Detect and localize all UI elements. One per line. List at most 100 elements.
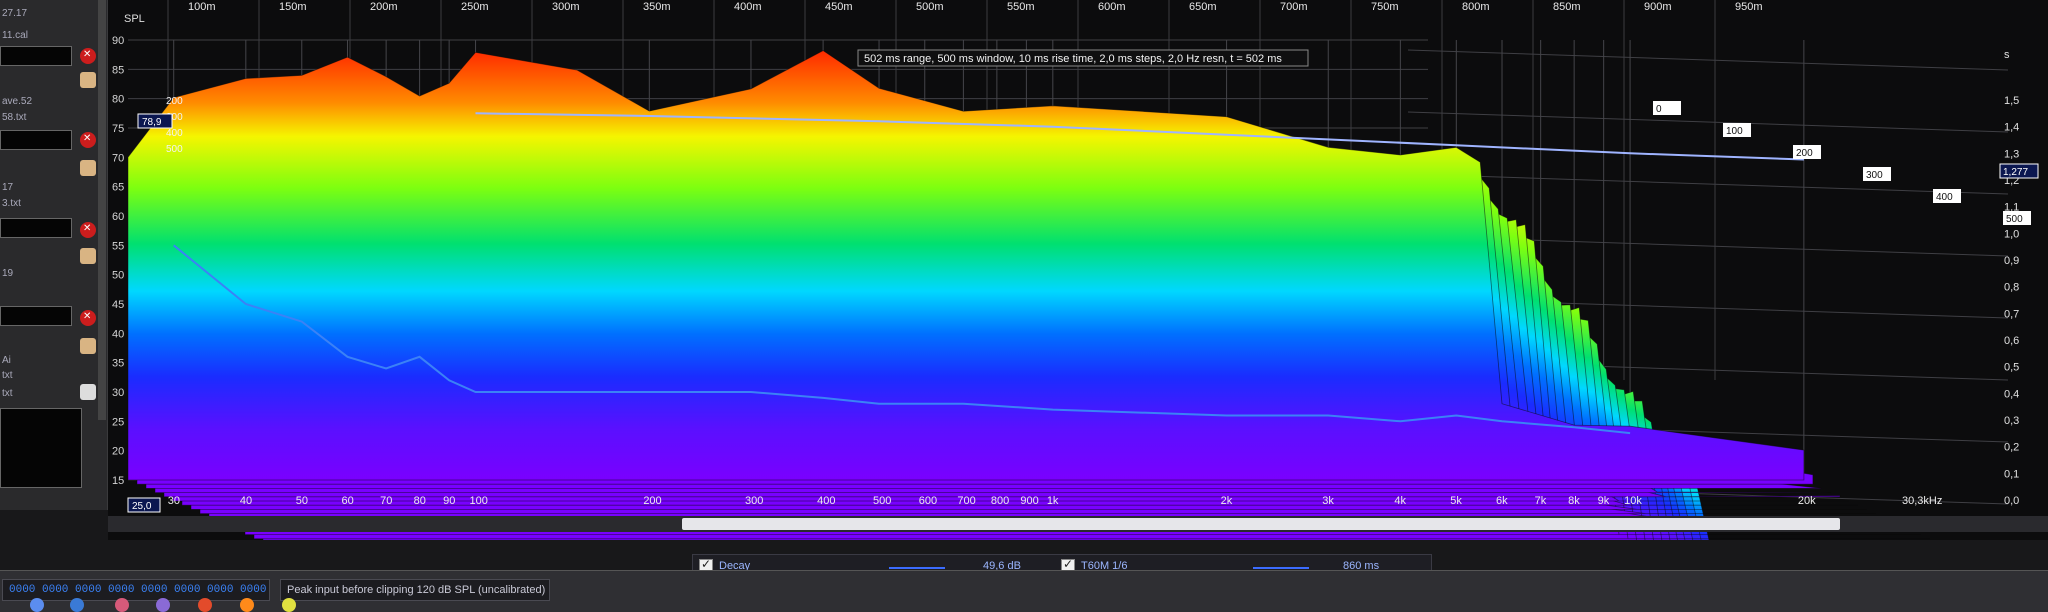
frequency-tick-label: 600: [919, 495, 937, 507]
time-tick-label: 650m: [1189, 1, 1217, 13]
time-tick-label: 900m: [1644, 1, 1672, 13]
frequency-tick-label: 700: [957, 495, 975, 507]
tools-icon[interactable]: [80, 248, 96, 264]
left-time-label: 500: [166, 144, 183, 155]
perspective-gridline: [1407, 173, 2009, 195]
left-time-label: 400: [166, 128, 183, 139]
frequency-tick-label: 800: [991, 495, 1009, 507]
frequency-tick-label: 8k: [1568, 495, 1580, 507]
spl-tick-label: 60: [112, 211, 124, 223]
right-axis-tick-label: 0,1: [2004, 468, 2019, 480]
frequency-tick-label: 60: [341, 495, 353, 507]
spl-tick-label: 20: [112, 446, 124, 458]
taskbar: [0, 596, 420, 612]
frequency-tick-label: 900: [1020, 495, 1038, 507]
tools-icon[interactable]: [80, 160, 96, 176]
right-axis-tick-label: 0,9: [2004, 255, 2019, 267]
measurement-name-field[interactable]: [0, 46, 72, 66]
spl-tick-label: 25: [112, 416, 124, 428]
frequency-tick-label: 50: [296, 495, 308, 507]
frequency-tick-label: 100: [470, 495, 488, 507]
left-time-label: 200: [166, 96, 183, 107]
time-tick-label: 800m: [1462, 1, 1490, 13]
sidebar-label: 11.cal: [2, 30, 28, 41]
time-tick-label: 450m: [825, 1, 853, 13]
right-axis-tick-label: 1,5: [2004, 95, 2019, 107]
measurement-name-field[interactable]: [0, 306, 72, 326]
waterfall-chart-svg: 100m 150m 200m 250m 300m 350m 400m 450m 500m 550m…: [112, 0, 2039, 582]
sidebar-label: 3.txt: [2, 198, 21, 209]
right-axis-tick-label: 0,7: [2004, 308, 2019, 320]
time-tick-label: 950m: [1735, 1, 1763, 13]
taskbar-app-icon[interactable]: [70, 598, 84, 612]
frequency-tick-label: 1k: [1047, 495, 1059, 507]
sidebar-label: 58.txt: [2, 112, 27, 123]
frequency-scroll-thumb[interactable]: [682, 518, 1840, 530]
right-axis-tick-label: 0,6: [2004, 335, 2019, 347]
frequency-tick-label: 200: [643, 495, 661, 507]
spl-floor-readout: 25,0: [132, 501, 152, 512]
remove-measurement-icon[interactable]: [80, 132, 96, 148]
time-tick-label: 100m: [188, 1, 216, 13]
sidebar-label: 27.17: [2, 8, 28, 19]
time-tick-label: 150m: [279, 1, 307, 13]
spl-tick-label: 85: [112, 64, 124, 76]
time-tick-label: 350m: [643, 1, 671, 13]
taskbar-app-icon[interactable]: [240, 598, 254, 612]
tools-icon[interactable]: [80, 72, 96, 88]
spl-tick-label: 15: [112, 475, 124, 487]
taskbar-app-icon[interactable]: [30, 598, 44, 612]
frequency-tick-label: 10k: [1624, 495, 1642, 507]
time-slice-label: 500: [2006, 214, 2023, 225]
frequency-tick-label: 30,3kHz: [1902, 495, 1942, 507]
frequency-tick-label: 9k: [1598, 495, 1610, 507]
frequency-tick-label: 300: [745, 495, 763, 507]
frequency-tick-label: 5k: [1450, 495, 1462, 507]
right-axis-title: s: [2004, 49, 2010, 61]
frequency-tick-label: 40: [240, 495, 252, 507]
sidebar-label: txt: [2, 370, 13, 381]
notes-panel[interactable]: [0, 408, 82, 488]
measurement-name-field[interactable]: [0, 218, 72, 238]
remove-measurement-icon[interactable]: [80, 222, 96, 238]
time-slice-label: 0: [1656, 104, 1662, 115]
frequency-tick-label: 400: [817, 495, 835, 507]
frequency-tick-label: 500: [873, 495, 891, 507]
sidebar-label: 17: [2, 182, 14, 193]
taskbar-app-icon[interactable]: [282, 598, 296, 612]
taskbar-app-icon[interactable]: [115, 598, 129, 612]
sidebar-label: Ai: [2, 355, 11, 366]
measurement-sidebar: 27.17 11.cal ave.52 58.txt 17 3.txt 19 A…: [0, 0, 108, 510]
spl-tick-label: 70: [112, 152, 124, 164]
remove-measurement-icon[interactable]: [80, 48, 96, 64]
time-slice-label: 100: [1726, 126, 1743, 137]
perspective-gridline: [1407, 49, 2009, 71]
frequency-scrollbar[interactable]: [108, 516, 2048, 532]
right-axis-tick-label: 1,0: [2004, 228, 2019, 240]
frequency-tick-label: 90: [443, 495, 455, 507]
right-axis-tick-label: 0,5: [2004, 362, 2019, 374]
taskbar-app-icon[interactable]: [156, 598, 170, 612]
spl-tick-label: 35: [112, 358, 124, 370]
right-readout: 1,277: [2003, 167, 2028, 178]
time-tick-label: 700m: [1280, 1, 1308, 13]
sidebar-scrollbar[interactable]: [98, 0, 106, 420]
decay-line-swatch: [889, 567, 945, 569]
spl-tick-label: 80: [112, 94, 124, 106]
right-axis-tick-label: 0,0: [2004, 495, 2019, 507]
time-slice-label: 400: [1936, 192, 1953, 203]
perspective-gridline: [1407, 111, 2009, 133]
spl-tick-label: 40: [112, 328, 124, 340]
remove-measurement-icon[interactable]: [80, 310, 96, 326]
spl-tick-label: 90: [112, 35, 124, 47]
right-axis-tick-label: 0,2: [2004, 442, 2019, 454]
sidebar-label: 19: [2, 268, 14, 279]
document-icon[interactable]: [80, 384, 96, 400]
right-axis-tick-label: 0,4: [2004, 388, 2019, 400]
time-slice-label: 300: [1866, 170, 1883, 181]
spl-tick-label: 30: [112, 387, 124, 399]
chart-caption: 502 ms range, 500 ms window, 10 ms rise …: [864, 53, 1282, 65]
taskbar-app-icon[interactable]: [198, 598, 212, 612]
tools-icon[interactable]: [80, 338, 96, 354]
measurement-name-field[interactable]: [0, 130, 72, 150]
